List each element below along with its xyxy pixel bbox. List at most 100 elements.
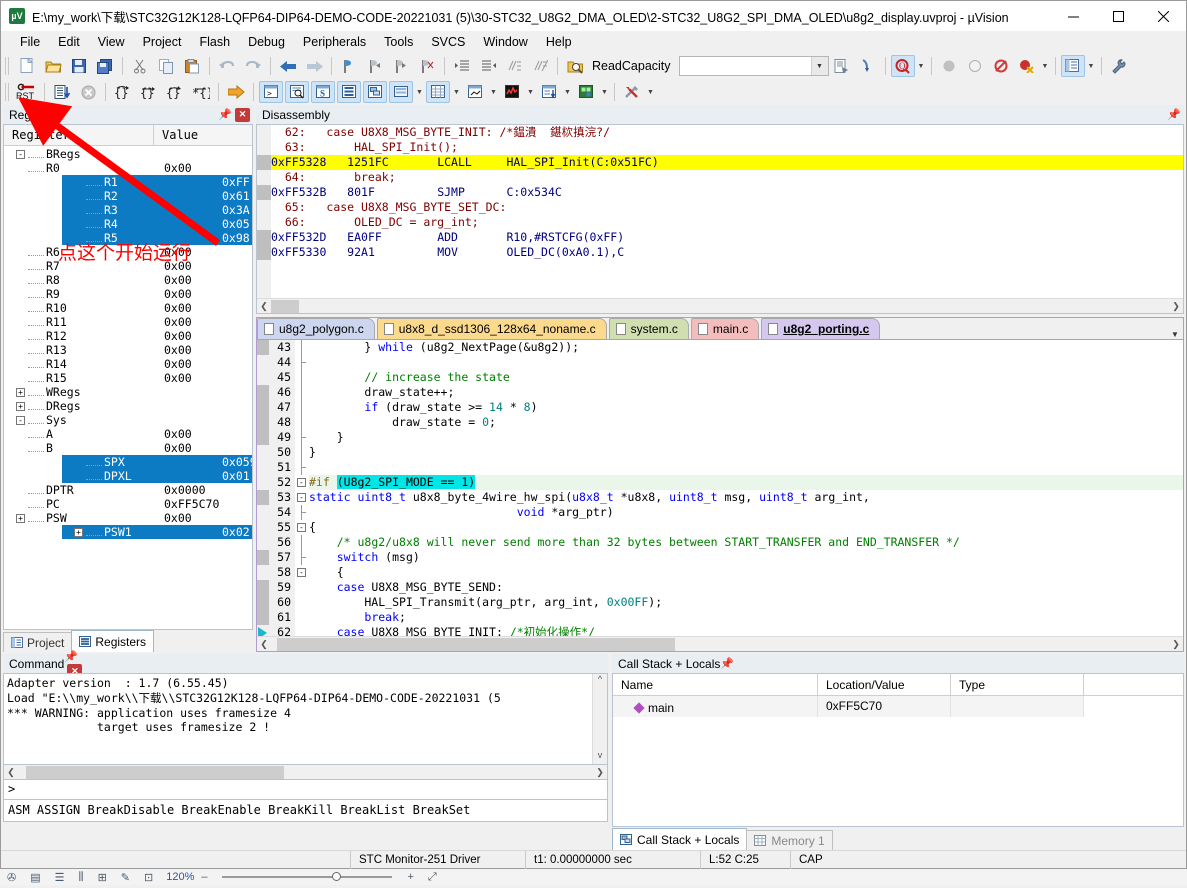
bg-outline-icon[interactable]: ☰ xyxy=(55,871,65,884)
register-row[interactable]: R130x00 xyxy=(4,343,252,357)
scroll-left-icon[interactable]: ❮ xyxy=(4,767,18,778)
tree-expander-icon[interactable]: + xyxy=(16,402,25,411)
disassembly-instruction-line[interactable]: 0xFF532D EA0FF ADD R10,#RSTCFG(0xFF) xyxy=(257,230,1183,245)
editor-line[interactable]: // increase the state xyxy=(309,370,1183,385)
scroll-down-icon[interactable]: v xyxy=(598,750,603,764)
tree-expander-icon[interactable]: + xyxy=(16,388,25,397)
insert-breakpoint-icon[interactable] xyxy=(937,55,961,77)
disassembly-source-line[interactable]: 66: OLED_DC = arg_int; xyxy=(257,215,1183,230)
scroll-thumb[interactable] xyxy=(271,300,299,313)
manage-components-icon[interactable] xyxy=(856,55,880,77)
scroll-up-icon[interactable]: ^ xyxy=(598,674,602,688)
chevron-down-icon[interactable]: ▼ xyxy=(811,57,828,75)
scroll-right-icon[interactable]: ❯ xyxy=(593,767,607,778)
registers-tree[interactable]: Register Value -BRegsR00x00R10xFFR20x61R… xyxy=(3,124,253,630)
editor-tab-3[interactable]: main.c xyxy=(691,318,759,339)
bg-zoom-in-icon[interactable]: + xyxy=(407,871,413,883)
undo-icon[interactable] xyxy=(215,55,239,77)
bookmark-prev-icon[interactable] xyxy=(363,55,387,77)
system-viewer-icon[interactable] xyxy=(574,81,598,103)
register-row[interactable]: R120x00 xyxy=(4,329,252,343)
tab-project[interactable]: Project xyxy=(3,632,72,652)
bookmark-next-icon[interactable] xyxy=(389,55,413,77)
menu-window[interactable]: Window xyxy=(474,33,536,51)
navigate-back-icon[interactable] xyxy=(276,55,300,77)
disassembly-source-line[interactable]: 63: HAL_SPI_Init(); xyxy=(257,140,1183,155)
editor-line[interactable]: } while (u8g2_NextPage(&u8g2)); xyxy=(309,340,1183,355)
tab-memory-1[interactable]: Memory 1 xyxy=(746,830,832,850)
editor-code-area[interactable]: } while (u8g2_NextPage(&u8g2)); // incre… xyxy=(309,340,1183,636)
editor-line[interactable]: break; xyxy=(309,610,1183,625)
command-hscrollbar[interactable]: ❮ ❯ xyxy=(3,765,608,780)
disassembly-lines[interactable]: 62: case U8X8_MSG_BYTE_INIT: /*鎾潰 鍖栨搷浣?/… xyxy=(257,125,1183,298)
editor-tab-1[interactable]: u8x8_d_ssd1306_128x64_noname.c xyxy=(377,318,607,339)
register-row[interactable]: +WRegs xyxy=(4,385,252,399)
code-fold-toggle-icon[interactable]: - xyxy=(297,478,306,487)
disable-all-breakpoints-icon[interactable] xyxy=(1015,55,1039,77)
tab-call-stack-locals[interactable]: Call Stack + Locals xyxy=(612,828,747,850)
menu-tools[interactable]: Tools xyxy=(375,33,422,51)
register-row[interactable]: +DRegs xyxy=(4,399,252,413)
memory-windows-icon[interactable] xyxy=(426,81,450,103)
editor-hscrollbar[interactable]: ❮ ❯ xyxy=(257,636,1183,651)
stop-icon[interactable] xyxy=(76,81,100,103)
register-row[interactable]: R70x00 xyxy=(4,259,252,273)
code-fold-toggle-icon[interactable]: - xyxy=(297,493,306,502)
code-fold-toggle-icon[interactable]: - xyxy=(297,523,306,532)
register-row[interactable]: R50x98 xyxy=(62,231,252,245)
tree-expander-icon[interactable]: + xyxy=(16,514,25,523)
show-next-statement-icon[interactable] xyxy=(224,81,248,103)
editor-line[interactable]: #if (U8g2_SPI_MODE == 1) xyxy=(309,475,1183,490)
breakpoints-dropdown-icon[interactable]: ▼ xyxy=(1040,55,1051,77)
register-row[interactable]: DPTR0x0000 xyxy=(4,483,252,497)
toolbar-grip[interactable] xyxy=(5,57,11,75)
bookmark-clear-icon[interactable] xyxy=(415,55,439,77)
disassembly-source-line[interactable]: 62: case U8X8_MSG_BYTE_INIT: /*鎾潰 鍖栨搷浣?/ xyxy=(257,125,1183,140)
register-row[interactable]: +PSW10x02 xyxy=(62,525,252,539)
disassembly-source-line[interactable]: 64: break; xyxy=(257,170,1183,185)
command-window-icon[interactable]: > xyxy=(259,81,283,103)
register-row[interactable]: R80x00 xyxy=(4,273,252,287)
menu-view[interactable]: View xyxy=(89,33,134,51)
pin-icon[interactable]: 📌 xyxy=(720,658,734,670)
system-viewer-dropdown-icon[interactable]: ▼ xyxy=(599,81,610,103)
bg-zoom-out-icon[interactable]: – xyxy=(201,871,207,883)
scroll-thumb[interactable] xyxy=(277,638,675,651)
toolbox-icon[interactable] xyxy=(620,81,644,103)
tree-expander-icon[interactable]: + xyxy=(74,528,83,537)
paste-icon[interactable] xyxy=(180,55,204,77)
symbols-window-icon[interactable]: S xyxy=(311,81,335,103)
bg-edit-icon[interactable]: ✎ xyxy=(121,871,130,884)
find-in-files-icon[interactable] xyxy=(563,55,587,77)
target-options-icon[interactable] xyxy=(830,55,854,77)
editor-line[interactable]: switch (msg) xyxy=(309,550,1183,565)
editor-line[interactable] xyxy=(309,460,1183,475)
start-stop-debug-icon[interactable]: Q xyxy=(891,55,915,77)
kill-all-breakpoints-icon[interactable] xyxy=(989,55,1013,77)
editor-line[interactable]: case U8X8_MSG_BYTE_INIT: /*初始化操作*/ xyxy=(309,625,1183,636)
menu-flash[interactable]: Flash xyxy=(190,33,239,51)
command-input[interactable]: > xyxy=(3,780,608,800)
close-icon[interactable]: ✕ xyxy=(235,108,250,122)
tree-expander-icon[interactable]: - xyxy=(16,150,25,159)
editor-line[interactable]: void *arg_ptr) xyxy=(309,505,1183,520)
register-row[interactable]: R150x00 xyxy=(4,371,252,385)
menu-svcs[interactable]: SVCS xyxy=(422,33,474,51)
copy-icon[interactable] xyxy=(154,55,178,77)
bg-web-layout-icon[interactable]: ✇ xyxy=(7,871,16,884)
editor-line[interactable]: } xyxy=(309,430,1183,445)
disassembly-hscrollbar[interactable]: ❮ ❯ xyxy=(257,298,1183,313)
editor-line[interactable]: if (draw_state >= 14 * 8) xyxy=(309,400,1183,415)
bg-grid-icon[interactable]: ⊞ xyxy=(98,871,107,884)
target-select[interactable]: ▼ xyxy=(679,56,829,76)
editor-line[interactable]: case U8X8_MSG_BYTE_SEND: xyxy=(309,580,1183,595)
close-button[interactable] xyxy=(1141,1,1186,31)
register-row[interactable]: SPX0x0597 xyxy=(62,455,252,469)
navigate-forward-icon[interactable] xyxy=(302,55,326,77)
bg-zoom-slider[interactable] xyxy=(222,876,392,878)
bg-zoom-level[interactable]: 120% xyxy=(166,871,194,883)
debug-dropdown-icon[interactable]: ▼ xyxy=(916,55,927,77)
menu-edit[interactable]: Edit xyxy=(49,33,89,51)
comment-icon[interactable] xyxy=(502,55,526,77)
analysis-dropdown-icon[interactable]: ▼ xyxy=(525,81,536,103)
